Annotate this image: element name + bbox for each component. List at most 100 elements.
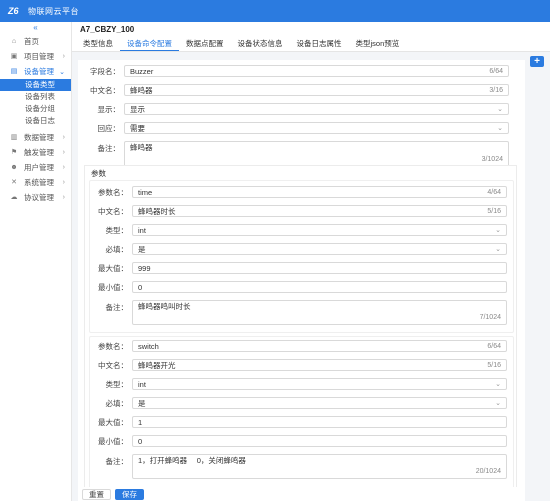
collapse-sidebar-icon[interactable]: « bbox=[0, 22, 71, 34]
field-label: 备注： bbox=[105, 303, 129, 312]
char-counter: 6/64 bbox=[487, 343, 501, 350]
chevron-right-icon: › bbox=[62, 149, 65, 156]
project-icon: ▣ bbox=[10, 52, 18, 60]
field-label: 字段名： bbox=[90, 66, 120, 76]
field-label: 最小值： bbox=[98, 436, 128, 446]
param-required-select[interactable]: 是 ⌄ bbox=[132, 397, 507, 409]
app-title: 物联网云平台 bbox=[28, 6, 79, 16]
sidebar-item-user[interactable]: ☻ 用户管理 › bbox=[0, 160, 71, 175]
app-logo: Z6 bbox=[8, 6, 19, 16]
sidebar-item-system[interactable]: ✕ 系统管理 › bbox=[0, 175, 71, 190]
sidebar-item-label: 系统管理 bbox=[24, 178, 54, 187]
sidebar-item-label: 触发管理 bbox=[24, 148, 54, 157]
param-cn-row: 中文名： 蜂鸣器时长 5/16 bbox=[90, 205, 523, 217]
field-label: 参数名： bbox=[98, 341, 128, 351]
param-cn-input[interactable]: 蜂鸣器时长 5/16 bbox=[132, 205, 507, 217]
sidebar-item-label: 数据管理 bbox=[24, 133, 54, 142]
field-name-row: 字段名： Buzzer 6/64 bbox=[78, 65, 525, 77]
home-icon: ⌂ bbox=[11, 37, 17, 45]
char-counter: 6/64 bbox=[489, 68, 503, 75]
protocol-icon: ☁ bbox=[10, 193, 18, 201]
sidebar-item-home[interactable]: ⌂ 首页 bbox=[0, 34, 71, 49]
char-counter: 5/16 bbox=[487, 208, 501, 215]
tab-json-preview[interactable]: 类型json预览 bbox=[349, 37, 407, 51]
save-button[interactable]: 保存 bbox=[115, 488, 144, 500]
param-type-row: 类型： int ⌄ bbox=[90, 224, 523, 236]
field-label: 最大值： bbox=[98, 263, 128, 273]
params-section: 参数 参数名： time 4/64 中文名： 蜂鸣器时长 5/16 类型： in… bbox=[84, 165, 517, 493]
cn-name-input[interactable]: 蜂鸣器 3/16 bbox=[124, 84, 509, 96]
chevron-down-icon: ⌄ bbox=[495, 400, 501, 407]
param-name-input[interactable]: switch 6/64 bbox=[132, 340, 507, 352]
param-min-input[interactable]: 0 bbox=[132, 281, 507, 293]
sidebar-subitem-device-group[interactable]: 设备分组 bbox=[0, 103, 71, 115]
char-counter: 4/64 bbox=[487, 189, 501, 196]
tab-type-info[interactable]: 类型信息 bbox=[76, 37, 120, 51]
field-label: 回应： bbox=[97, 123, 121, 133]
sidebar-item-trigger[interactable]: ⚑ 触发管理 › bbox=[0, 145, 71, 160]
param-required-select[interactable]: 是 ⌄ bbox=[132, 243, 507, 255]
param-name-input[interactable]: time 4/64 bbox=[132, 186, 507, 198]
page-title: A7_CBZY_100 bbox=[72, 22, 550, 37]
chevron-down-icon: ⌄ bbox=[495, 381, 501, 388]
char-counter: 5/16 bbox=[487, 362, 501, 369]
param-type-select[interactable]: int ⌄ bbox=[132, 224, 507, 236]
reset-button[interactable]: 重置 bbox=[82, 488, 111, 500]
sidebar-item-device[interactable]: ▤ 设备管理 ⌄ bbox=[0, 64, 71, 79]
field-label: 中文名： bbox=[98, 360, 128, 370]
char-counter: 20/1024 bbox=[475, 468, 501, 475]
param-max-input[interactable]: 999 bbox=[132, 262, 507, 274]
field-name-input[interactable]: Buzzer 6/64 bbox=[124, 65, 509, 77]
select-value: 需要 bbox=[130, 124, 145, 133]
textarea-value: 蜂鸣器鸣叫时长 bbox=[138, 302, 191, 311]
reply-row: 回应： 需要 ⌄ bbox=[78, 122, 525, 134]
input-value: 0 bbox=[138, 283, 143, 292]
tab-command-config[interactable]: 设备命令配置 bbox=[120, 37, 179, 51]
command-form: 字段名： Buzzer 6/64 中文名： 蜂鸣器 3/16 显示： 显示 ⌄ … bbox=[78, 60, 525, 493]
tab-bar: 类型信息 设备命令配置 数据点配置 设备状态信息 设备日志属性 类型json预览 bbox=[72, 37, 550, 52]
trigger-icon: ⚑ bbox=[10, 148, 18, 156]
sidebar-item-label: 首页 bbox=[24, 37, 39, 46]
char-counter: 7/1024 bbox=[479, 314, 501, 321]
textarea-value: 蜂鸣器 bbox=[130, 143, 153, 152]
remark-textarea[interactable]: 蜂鸣器 3/1024 bbox=[124, 141, 509, 167]
sidebar-item-project[interactable]: ▣ 项目管理 › bbox=[0, 49, 71, 64]
sidebar-subitem-device-log[interactable]: 设备日志 bbox=[0, 115, 71, 127]
param-min-input[interactable]: 0 bbox=[132, 435, 507, 447]
tab-datapoint-config[interactable]: 数据点配置 bbox=[179, 37, 231, 51]
param-cn-input[interactable]: 蜂鸣器开光 5/16 bbox=[132, 359, 507, 371]
tab-log-attributes[interactable]: 设备日志属性 bbox=[290, 37, 349, 51]
field-label: 参数名： bbox=[98, 187, 128, 197]
input-value: 蜂鸣器开光 bbox=[138, 361, 176, 370]
sidebar-subitem-device-list[interactable]: 设备列表 bbox=[0, 91, 71, 103]
field-label: 类型： bbox=[105, 379, 129, 389]
param-remark-row: 备注： 1，打开蜂鸣器 0，关闭蜂鸣器 20/1024 bbox=[90, 454, 523, 479]
param-remark-textarea[interactable]: 蜂鸣器鸣叫时长 7/1024 bbox=[132, 300, 507, 325]
param-min-row: 最小值： 0 bbox=[90, 435, 523, 447]
sidebar-item-data[interactable]: ▥ 数据管理 › bbox=[0, 130, 71, 145]
sidebar-item-protocol[interactable]: ☁ 协议管理 › bbox=[0, 190, 71, 205]
field-label: 备注： bbox=[105, 457, 129, 466]
chevron-down-icon: ⌄ bbox=[497, 106, 503, 113]
form-footer: 重置 保存 bbox=[78, 487, 525, 501]
char-counter: 3/16 bbox=[489, 87, 503, 94]
display-select[interactable]: 显示 ⌄ bbox=[124, 103, 509, 115]
tab-device-status[interactable]: 设备状态信息 bbox=[231, 37, 290, 51]
param-remark-textarea[interactable]: 1，打开蜂鸣器 0，关闭蜂鸣器 20/1024 bbox=[132, 454, 507, 479]
param-max-input[interactable]: 1 bbox=[132, 416, 507, 428]
param-type-select[interactable]: int ⌄ bbox=[132, 378, 507, 390]
add-command-button[interactable]: + bbox=[530, 56, 544, 67]
param-card: 参数名： switch 6/64 中文名： 蜂鸣器开光 5/16 类型： int… bbox=[89, 336, 514, 493]
cn-name-row: 中文名： 蜂鸣器 3/16 bbox=[78, 84, 525, 96]
field-label: 类型： bbox=[105, 225, 129, 235]
sidebar-item-label: 协议管理 bbox=[24, 193, 54, 202]
remark-row: 备注： 蜂鸣器 3/1024 bbox=[78, 141, 525, 167]
input-value: 1 bbox=[138, 418, 143, 427]
param-max-row: 最大值： 1 bbox=[90, 416, 523, 428]
reply-select[interactable]: 需要 ⌄ bbox=[124, 122, 509, 134]
sidebar-subitem-device-type[interactable]: 设备类型 bbox=[0, 79, 71, 91]
user-icon: ☻ bbox=[10, 163, 18, 171]
top-header: Z6 物联网云平台 bbox=[0, 0, 550, 22]
chevron-right-icon: › bbox=[62, 164, 65, 171]
param-cn-row: 中文名： 蜂鸣器开光 5/16 bbox=[90, 359, 523, 371]
